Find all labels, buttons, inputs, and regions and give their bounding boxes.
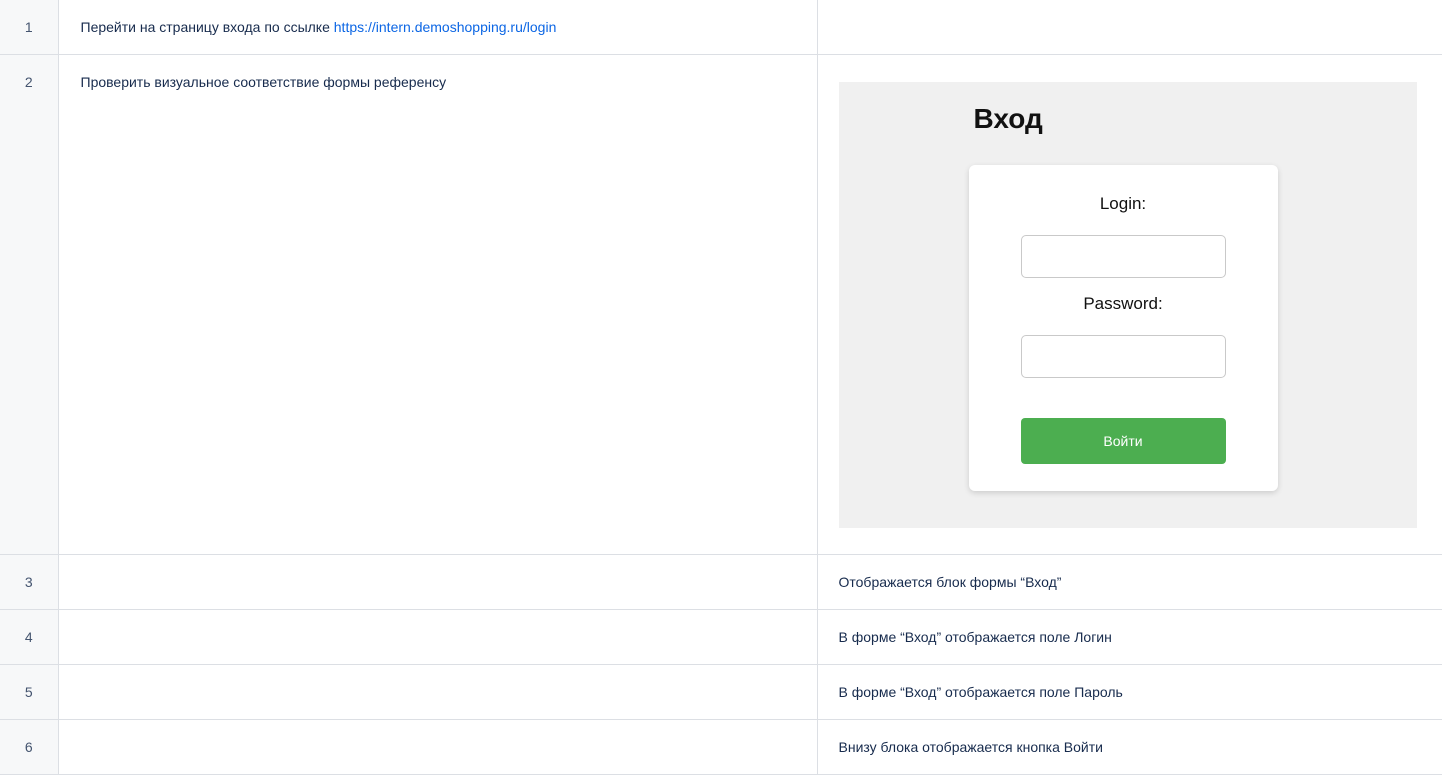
login-label: Login: <box>1099 193 1147 213</box>
step-cell <box>58 554 818 610</box>
result-cell: В форме “Вход” отображается поле Пароль <box>817 664 1442 720</box>
step-cell <box>58 719 818 775</box>
result-cell: Внизу блока отображается кнопка Войти <box>817 719 1442 775</box>
row-number: 4 <box>0 609 59 665</box>
row-number: 2 <box>0 54 59 555</box>
table-row: 3 Отображается блок формы “Вход” <box>0 554 1442 610</box>
login-page-link[interactable]: https://intern.demoshopping.ru/login <box>334 19 557 35</box>
table-row: 2 Проверить визуальное соответствие форм… <box>0 54 1442 555</box>
password-label: Password: <box>1083 293 1163 313</box>
login-input-preview <box>1020 234 1226 278</box>
step-cell <box>58 664 818 720</box>
submit-button-preview: Войти <box>1020 417 1226 464</box>
row-number: 5 <box>0 664 59 720</box>
table-row: 1 Перейти на страницу входа по ссылке ht… <box>0 0 1442 55</box>
result-cell <box>817 0 1442 55</box>
row-number: 1 <box>0 0 59 55</box>
step-cell: Перейти на страницу входа по ссылке http… <box>58 0 818 55</box>
table-row: 5 В форме “Вход” отображается поле Парол… <box>0 664 1442 720</box>
step-text: Перейти на страницу входа по ссылке <box>80 19 330 35</box>
password-input-preview <box>1020 334 1226 378</box>
row-number: 3 <box>0 554 59 610</box>
login-form-card: Login: Password: Войти <box>968 164 1278 491</box>
table-row: 4 В форме “Вход” отображается поле Логин <box>0 609 1442 665</box>
result-cell: Отображается блок формы “Вход” <box>817 554 1442 610</box>
reference-screenshot: Вход Login: Password: Войти <box>838 81 1417 528</box>
test-steps-table: 1 Перейти на страницу входа по ссылке ht… <box>0 0 1442 775</box>
step-cell <box>58 609 818 665</box>
row-number: 6 <box>0 719 59 775</box>
result-cell: Вход Login: Password: Войти <box>817 54 1442 555</box>
result-cell: В форме “Вход” отображается поле Логин <box>817 609 1442 665</box>
step-text: Проверить визуальное соответствие формы … <box>80 73 447 90</box>
table-row: 6 Внизу блока отображается кнопка Войти <box>0 719 1442 775</box>
step-cell: Проверить визуальное соответствие формы … <box>58 54 818 555</box>
reference-title: Вход <box>973 102 1043 134</box>
